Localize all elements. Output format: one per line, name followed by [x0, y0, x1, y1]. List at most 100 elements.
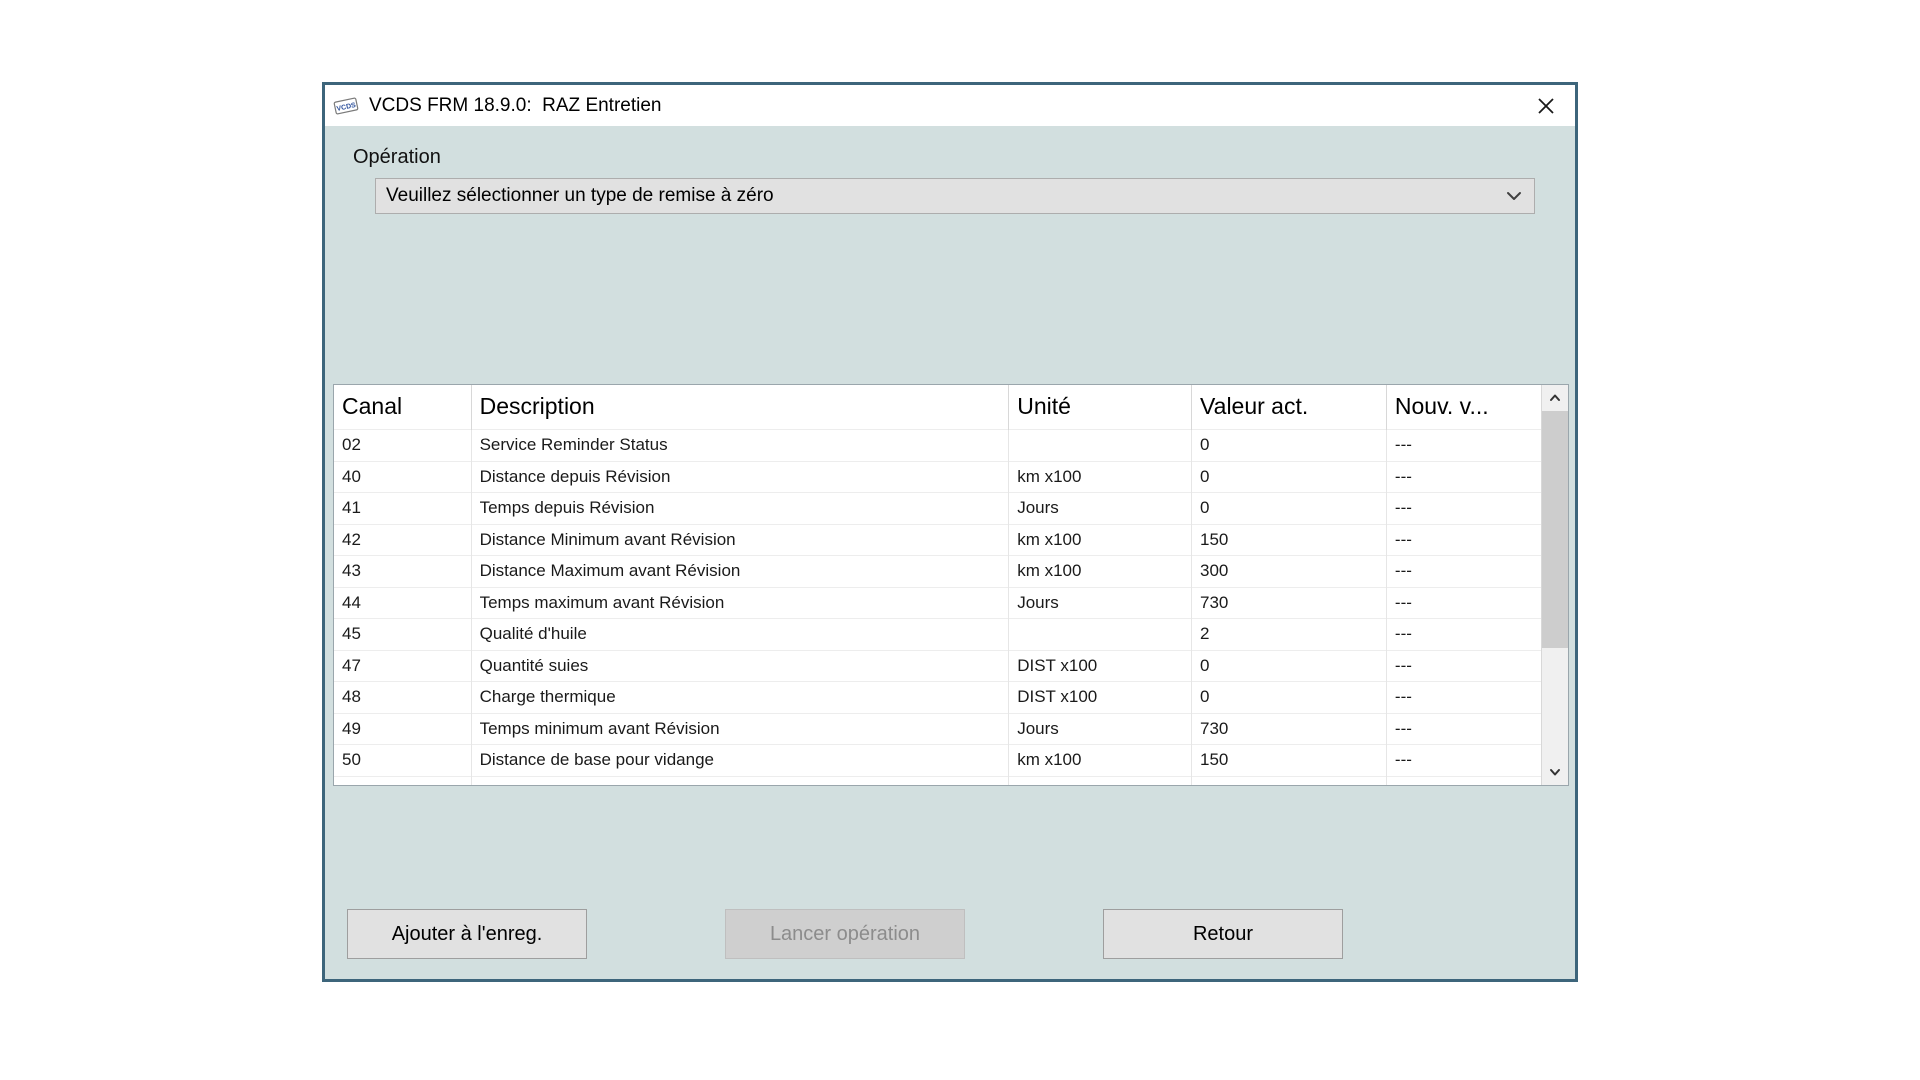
- cell-description: Temps minimum avant Révision: [471, 712, 1010, 745]
- cell-nouv-v: ---: [1386, 681, 1541, 713]
- cell-unite: km x100: [1008, 555, 1193, 587]
- table-header-row: Canal Description Unité Valeur act. Nouv…: [334, 385, 1541, 430]
- cell-nouv-v: ---: [1386, 492, 1541, 524]
- cell-description: Service Reminder Status: [471, 429, 1010, 461]
- cell-nouv-v: ---: [1386, 775, 1541, 785]
- column-header-unite[interactable]: Unité: [1008, 385, 1193, 430]
- table-row[interactable]: 44 Temps maximum avant Révision Jours 730 --…: [334, 586, 1541, 619]
- table-row[interactable]: 02 Service Reminder Status 0 ---: [334, 429, 1541, 461]
- cell-nouv-v: ---: [1386, 429, 1541, 461]
- cell-description: Qualité d'huile: [471, 618, 1010, 650]
- table-rows-container: 02 Service Reminder Status 0 --- 40 Distance …: [334, 429, 1541, 785]
- table-row[interactable]: 51Temps de base pour vidangeJours365---: [334, 775, 1541, 785]
- scroll-up-button[interactable]: [1542, 385, 1568, 411]
- scrollbar-thumb[interactable]: [1542, 411, 1568, 648]
- chevron-up-icon: [1550, 394, 1560, 401]
- chevron-down-icon: [1550, 769, 1560, 776]
- table-row[interactable]: 40 Distance depuis Révision km x100 0 ---: [334, 460, 1541, 493]
- column-header-canal[interactable]: Canal: [334, 385, 472, 430]
- vcds-logo-icon: VCDS: [333, 96, 359, 116]
- cell-valeur-act: 365: [1191, 775, 1387, 785]
- cell-canal: 50: [334, 744, 472, 776]
- table-row[interactable]: 41 Temps depuis Révision Jours 0 ---: [334, 492, 1541, 524]
- title-bar: VCDS VCDS FRM 18.9.0: RAZ Entretien: [325, 85, 1575, 126]
- operation-group-label: Opération: [353, 146, 441, 168]
- cell-description: Distance de base pour vidange: [471, 744, 1010, 776]
- cell-canal: 48: [334, 681, 472, 713]
- cell-canal: 44: [334, 586, 472, 619]
- cell-nouv-v: ---: [1386, 712, 1541, 745]
- cell-nouv-v: ---: [1386, 460, 1541, 493]
- cell-valeur-act: 730: [1191, 586, 1387, 619]
- cell-canal: 51: [334, 775, 472, 785]
- cell-unite: Jours: [1008, 775, 1193, 785]
- cell-description: Temps maximum avant Révision: [471, 586, 1010, 619]
- cell-canal: 40: [334, 460, 472, 493]
- scroll-down-button[interactable]: [1542, 759, 1568, 785]
- cell-valeur-act: 0: [1191, 649, 1387, 682]
- cell-canal: 47: [334, 649, 472, 682]
- cell-nouv-v: ---: [1386, 618, 1541, 650]
- column-header-description[interactable]: Description: [471, 385, 1010, 430]
- cell-canal: 41: [334, 492, 472, 524]
- cell-unite: [1008, 618, 1193, 650]
- window-title: VCDS FRM 18.9.0: RAZ Entretien: [369, 94, 662, 116]
- cell-valeur-act: 730: [1191, 712, 1387, 745]
- cell-description: Distance Maximum avant Révision: [471, 555, 1010, 587]
- table-vertical-scrollbar[interactable]: [1541, 385, 1568, 785]
- cell-description: Temps depuis Révision: [471, 492, 1010, 524]
- table-row[interactable]: 50 Distance de base pour vidange km x100 15…: [334, 744, 1541, 776]
- table-row[interactable]: 43 Distance Maximum avant Révision km x100…: [334, 555, 1541, 587]
- cell-canal: 02: [334, 429, 472, 461]
- cell-description: Quantité suies: [471, 649, 1010, 682]
- cell-unite: Jours: [1008, 712, 1193, 745]
- close-button[interactable]: [1517, 85, 1575, 126]
- back-button[interactable]: Retour: [1103, 909, 1343, 959]
- cell-unite: Jours: [1008, 492, 1193, 524]
- channels-table: Canal Description Unité Valeur act. Nouv…: [333, 384, 1569, 786]
- cell-unite: DIST x100: [1008, 649, 1193, 682]
- run-operation-button: Lancer opération: [725, 909, 965, 959]
- table-row[interactable]: 45 Qualité d'huile 2 ---: [334, 618, 1541, 650]
- operation-panel: Opération Veuillez sélectionner un type …: [325, 126, 1575, 786]
- cell-nouv-v: ---: [1386, 523, 1541, 556]
- cell-unite: DIST x100: [1008, 681, 1193, 713]
- table-row[interactable]: 48 Charge thermique DIST x100 0 ---: [334, 681, 1541, 713]
- cell-valeur-act: 0: [1191, 681, 1387, 713]
- cell-nouv-v: ---: [1386, 744, 1541, 776]
- cell-canal: 49: [334, 712, 472, 745]
- cell-description: Temps de base pour vidange: [471, 775, 1010, 785]
- cell-valeur-act: 150: [1191, 523, 1387, 556]
- table-row[interactable]: 42 Distance Minimum avant Révision km x100…: [334, 523, 1541, 556]
- scrollbar-track[interactable]: [1542, 411, 1568, 759]
- table-row[interactable]: 49 Temps minimum avant Révision Jours 730 --…: [334, 712, 1541, 745]
- cell-valeur-act: 0: [1191, 492, 1387, 524]
- cell-valeur-act: 300: [1191, 555, 1387, 587]
- operation-select[interactable]: Veuillez sélectionner un type de remise …: [375, 178, 1535, 214]
- cell-description: Charge thermique: [471, 681, 1010, 713]
- cell-valeur-act: 150: [1191, 744, 1387, 776]
- cell-unite: km x100: [1008, 460, 1193, 493]
- chevron-down-icon: [1494, 179, 1534, 213]
- cell-canal: 43: [334, 555, 472, 587]
- cell-unite: Jours: [1008, 586, 1193, 619]
- column-header-nouv-v[interactable]: Nouv. v...: [1386, 385, 1541, 430]
- cell-description: Distance Minimum avant Révision: [471, 523, 1010, 556]
- cell-unite: [1008, 429, 1193, 461]
- cell-unite: km x100: [1008, 523, 1193, 556]
- cell-valeur-act: 0: [1191, 429, 1387, 461]
- cell-valeur-act: 0: [1191, 460, 1387, 493]
- cell-nouv-v: ---: [1386, 586, 1541, 619]
- cell-nouv-v: ---: [1386, 649, 1541, 682]
- cell-nouv-v: ---: [1386, 555, 1541, 587]
- cell-unite: km x100: [1008, 744, 1193, 776]
- table-row[interactable]: 47 Quantité suies DIST x100 0 ---: [334, 649, 1541, 682]
- cell-description: Distance depuis Révision: [471, 460, 1010, 493]
- column-header-valeur-act[interactable]: Valeur act.: [1191, 385, 1387, 430]
- add-to-log-button[interactable]: Ajouter à l'enreg.: [347, 909, 587, 959]
- operation-select-value: Veuillez sélectionner un type de remise …: [386, 185, 774, 206]
- cell-valeur-act: 2: [1191, 618, 1387, 650]
- dialog-button-bar: Ajouter à l'enreg. Lancer opération Reto…: [325, 889, 1575, 979]
- cell-canal: 45: [334, 618, 472, 650]
- vcds-dialog-window: VCDS VCDS FRM 18.9.0: RAZ Entretien Opér…: [322, 82, 1578, 982]
